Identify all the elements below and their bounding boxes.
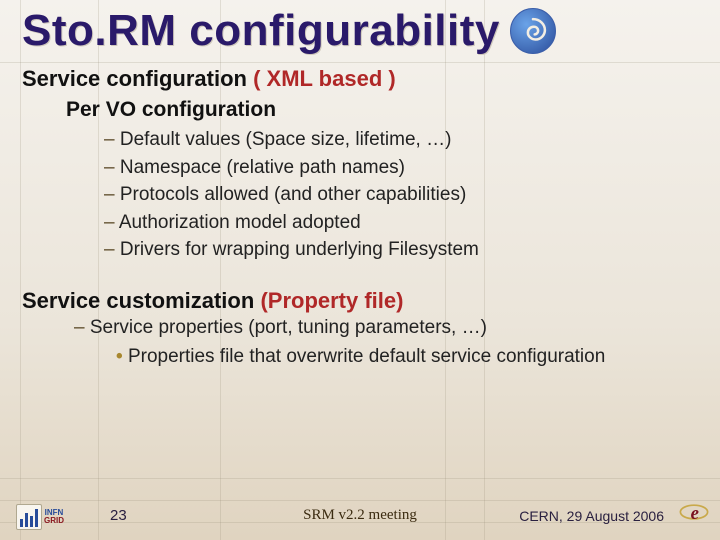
page-number: 23 (110, 507, 127, 524)
list-item: Drivers for wrapping underlying Filesyst… (104, 236, 702, 264)
infn-logo-icon (16, 504, 42, 530)
section1-subheading: Per VO configuration (66, 98, 702, 122)
infn-logo-text: INFN GRID (44, 509, 64, 525)
e-science-logo-icon: e (676, 494, 712, 530)
slide-title: Sto.RM configurability (22, 6, 500, 56)
section1-heading: Service configuration ( XML based ) (22, 66, 702, 92)
section2-paren: (Property file) (260, 288, 403, 313)
list-item: Protocols allowed (and other capabilitie… (104, 181, 702, 209)
venue-date: CERN, 29 August 2006 (519, 508, 664, 524)
infn-logo: INFN GRID (16, 504, 64, 530)
list-item: Namespace (relative path names) (104, 154, 702, 182)
section2-heading-text: Service customization (22, 288, 254, 313)
list-item: Authorization model adopted (104, 209, 702, 237)
meeting-name: SRM v2.2 meeting (303, 507, 417, 524)
section1-list: Default values (Space size, lifetime, …)… (104, 126, 702, 264)
list-item: Properties file that overwrite default s… (116, 343, 702, 371)
list-item: Default values (Space size, lifetime, …) (104, 126, 702, 154)
spiral-logo-icon (510, 8, 556, 54)
section1-heading-text: Service configuration (22, 66, 247, 91)
list-item: Service properties (port, tuning paramet… (74, 314, 702, 342)
footer: INFN GRID 23 SRM v2.2 meeting CERN, 29 A… (0, 494, 720, 534)
section2-sublist: Properties file that overwrite default s… (116, 343, 702, 371)
section2-heading: Service customization (Property file) (22, 288, 702, 314)
section2-list: Service properties (port, tuning paramet… (74, 314, 702, 342)
slide-content: Sto.RM configurability Service configura… (0, 0, 720, 371)
grid-label: GRID (44, 517, 64, 525)
svg-text:e: e (691, 503, 699, 524)
section1-paren: ( XML based ) (253, 66, 396, 91)
